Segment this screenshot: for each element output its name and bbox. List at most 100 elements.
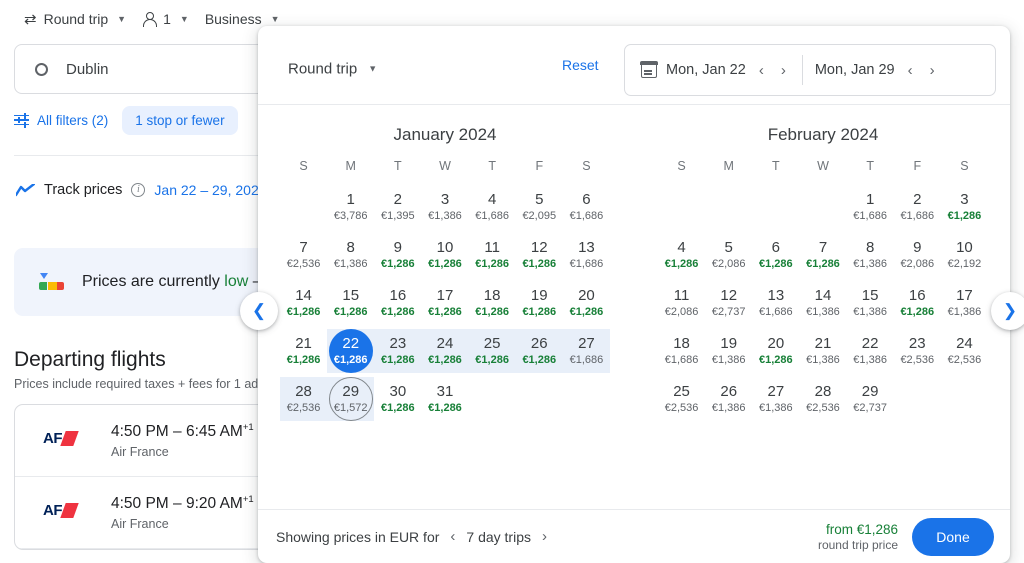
day-cell[interactable]: 15 €1,386 bbox=[847, 279, 894, 327]
day-cell[interactable]: 6 €1,286 bbox=[752, 231, 799, 279]
day-cell[interactable]: 19 €1,286 bbox=[516, 279, 563, 327]
day-cell[interactable]: 9 €2,086 bbox=[894, 231, 941, 279]
day-cell[interactable]: 11 €2,086 bbox=[658, 279, 705, 327]
day-cell[interactable]: 7 €1,286 bbox=[799, 231, 846, 279]
day-cell[interactable]: 26 €1,286 bbox=[516, 327, 563, 375]
day-cell[interactable]: 2 €1,686 bbox=[894, 183, 941, 231]
overlay-trip-type-selector[interactable]: Round trip ▼ bbox=[288, 60, 377, 77]
trip-length-next-button[interactable]: › bbox=[542, 529, 547, 544]
day-cell[interactable]: 8 €1,386 bbox=[327, 231, 374, 279]
return-date-value[interactable]: Mon, Jan 29 bbox=[815, 62, 895, 78]
passengers-selector[interactable]: 1 ▼ bbox=[134, 7, 197, 31]
day-cell[interactable]: 1 €1,686 bbox=[847, 183, 894, 231]
day-cell[interactable]: 25 €1,286 bbox=[469, 327, 516, 375]
day-cell[interactable]: 29 €1,572 bbox=[327, 375, 374, 423]
date-picker-footer: Showing prices in EUR for ‹ 7 day trips … bbox=[258, 509, 1010, 563]
day-cell[interactable]: 19 €1,386 bbox=[705, 327, 752, 375]
day-cell[interactable]: 7 €2,536 bbox=[280, 231, 327, 279]
day-cell[interactable]: 27 €1,686 bbox=[563, 327, 610, 375]
day-cell[interactable]: 10 €2,192 bbox=[941, 231, 988, 279]
day-cell[interactable]: 29 €2,737 bbox=[847, 375, 894, 423]
day-price: €1,386 bbox=[853, 354, 887, 366]
day-cell[interactable]: 18 €1,286 bbox=[469, 279, 516, 327]
done-button[interactable]: Done bbox=[912, 517, 994, 556]
day-price: €1,286 bbox=[428, 258, 462, 270]
departure-prev-day-button[interactable]: ‹ bbox=[755, 61, 768, 80]
day-number: 12 bbox=[530, 239, 548, 256]
day-cell[interactable]: 4 €1,286 bbox=[658, 231, 705, 279]
day-price: €1,686 bbox=[569, 210, 604, 222]
day-number: 20 bbox=[578, 287, 595, 304]
day-number: 11 bbox=[673, 287, 690, 304]
day-cell[interactable]: 25 €2,536 bbox=[658, 375, 705, 423]
day-cell[interactable]: 20 €1,286 bbox=[563, 279, 610, 327]
day-cell[interactable]: 17 €1,386 bbox=[941, 279, 988, 327]
day-cell[interactable]: 28 €2,536 bbox=[799, 375, 846, 423]
day-cell[interactable]: 8 €1,386 bbox=[847, 231, 894, 279]
reset-button[interactable]: Reset bbox=[562, 57, 599, 73]
day-cell[interactable]: 23 €2,536 bbox=[894, 327, 941, 375]
prev-month-button[interactable]: ❮ bbox=[240, 292, 278, 330]
day-cell[interactable]: 27 €1,386 bbox=[752, 375, 799, 423]
day-cell[interactable]: 12 €1,286 bbox=[516, 231, 563, 279]
day-cell[interactable]: 10 €1,286 bbox=[421, 231, 468, 279]
day-cell[interactable]: 22 €1,386 bbox=[847, 327, 894, 375]
day-cell[interactable]: 23 €1,286 bbox=[374, 327, 421, 375]
return-next-day-button[interactable]: › bbox=[926, 61, 939, 80]
day-cell[interactable]: 5 €2,086 bbox=[705, 231, 752, 279]
day-cell[interactable]: 18 €1,686 bbox=[658, 327, 705, 375]
trip-type-selector[interactable]: ⇄ Round trip ▼ bbox=[16, 7, 134, 31]
day-cell[interactable]: 13 €1,686 bbox=[752, 279, 799, 327]
week-row: 1 €3,786 2 €1,395 3 €1,386 4 €1,686 5 €2,095 6 €1,6… bbox=[280, 183, 610, 231]
day-cell[interactable]: 20 €1,286 bbox=[752, 327, 799, 375]
weekday-label: S bbox=[299, 159, 308, 173]
day-cell[interactable]: 6 €1,686 bbox=[563, 183, 610, 231]
day-cell[interactable]: 3 €1,386 bbox=[421, 183, 468, 231]
day-cell[interactable]: 2 €1,395 bbox=[374, 183, 421, 231]
day-cell[interactable]: 16 €1,286 bbox=[374, 279, 421, 327]
flight-time-range: 4:50 PM – 6:45 AM bbox=[111, 423, 243, 441]
day-number: 27 bbox=[578, 335, 595, 352]
day-cell[interactable]: 24 €1,286 bbox=[421, 327, 468, 375]
day-cell[interactable]: 21 €1,286 bbox=[280, 327, 327, 375]
day-cell[interactable]: 22 €1,286 bbox=[327, 327, 374, 375]
day-cell[interactable]: 3 €1,286 bbox=[941, 183, 988, 231]
day-cell[interactable]: 16 €1,286 bbox=[894, 279, 941, 327]
departure-next-day-button[interactable]: › bbox=[777, 61, 790, 80]
chevron-down-icon: ▼ bbox=[179, 14, 189, 24]
all-filters-button[interactable]: All filters (2) bbox=[14, 112, 108, 128]
day-cell[interactable]: 12 €2,737 bbox=[705, 279, 752, 327]
day-price: €2,095 bbox=[522, 210, 557, 222]
trip-length-prev-button[interactable]: ‹ bbox=[450, 529, 455, 544]
day-price: €1,686 bbox=[664, 354, 699, 366]
day-cell[interactable]: 30 €1,286 bbox=[374, 375, 421, 423]
day-cell[interactable]: 31 €1,286 bbox=[421, 375, 468, 423]
day-cell[interactable]: 4 €1,686 bbox=[469, 183, 516, 231]
day-cell[interactable]: 9 €1,286 bbox=[374, 231, 421, 279]
filter-chip-stops[interactable]: 1 stop or fewer bbox=[122, 105, 238, 135]
day-cell[interactable]: 21 €1,386 bbox=[799, 327, 846, 375]
day-cell[interactable]: 17 €1,286 bbox=[421, 279, 468, 327]
day-cell[interactable]: 13 €1,686 bbox=[563, 231, 610, 279]
return-prev-day-button[interactable]: ‹ bbox=[904, 61, 917, 80]
day-cell[interactable]: 14 €1,286 bbox=[280, 279, 327, 327]
day-number: 17 bbox=[436, 287, 454, 304]
day-cell[interactable]: 26 €1,386 bbox=[705, 375, 752, 423]
day-price: €1,386 bbox=[853, 258, 887, 270]
info-icon[interactable]: i bbox=[131, 183, 146, 197]
day-cell[interactable]: 14 €1,386 bbox=[799, 279, 846, 327]
day-number: 5 bbox=[535, 191, 544, 208]
next-month-button[interactable]: ❯ bbox=[991, 292, 1024, 330]
weekday-label: T bbox=[488, 159, 496, 173]
day-cell[interactable]: 15 €1,286 bbox=[327, 279, 374, 327]
day-number: 10 bbox=[956, 239, 973, 256]
day-cell[interactable]: 11 €1,286 bbox=[469, 231, 516, 279]
departure-date-value[interactable]: Mon, Jan 22 bbox=[666, 62, 746, 78]
day-cell[interactable]: 1 €3,786 bbox=[327, 183, 374, 231]
origin-input[interactable]: Dublin bbox=[66, 61, 109, 78]
day-cell[interactable]: 24 €2,536 bbox=[941, 327, 988, 375]
track-prices-dates[interactable]: Jan 22 – 29, 202 bbox=[154, 182, 258, 198]
day-cell[interactable]: 5 €2,095 bbox=[516, 183, 563, 231]
day-cell[interactable]: 28 €2,536 bbox=[280, 375, 327, 423]
weekday-label: F bbox=[535, 159, 544, 173]
